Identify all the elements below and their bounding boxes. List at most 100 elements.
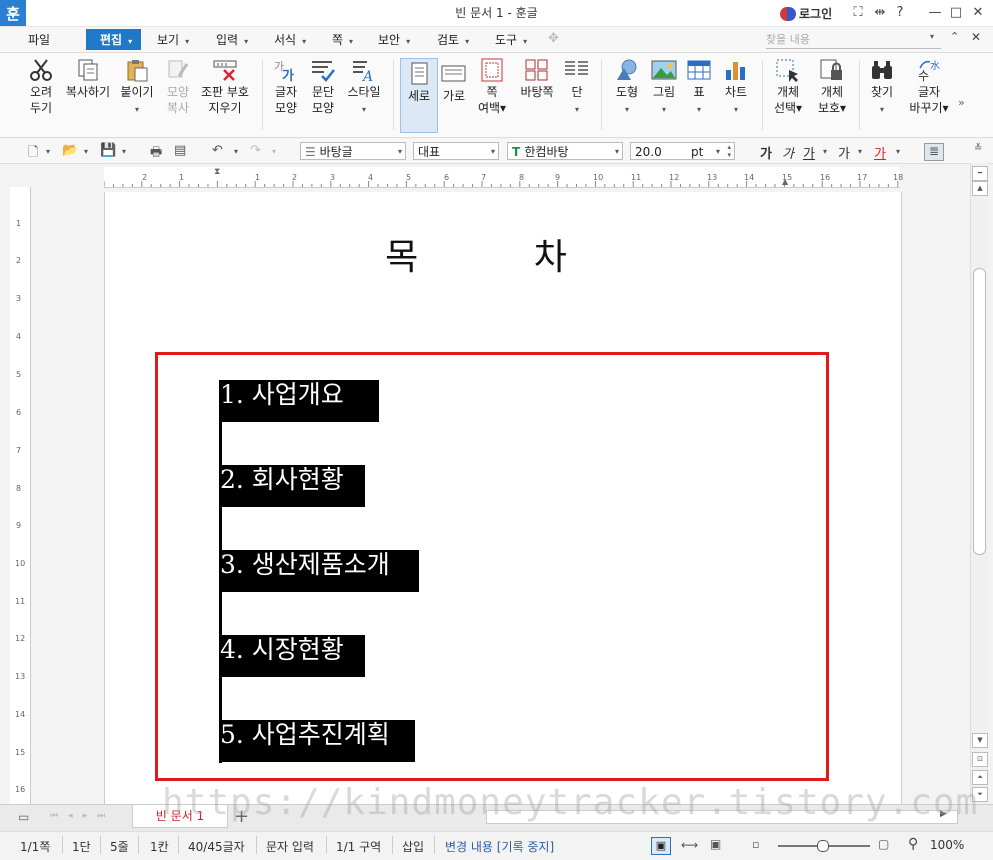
collapse-ribbon-icon[interactable]: ⌃ [950, 30, 959, 43]
menu-page[interactable]: 쪽 ▾ [332, 31, 353, 48]
shape-button[interactable]: 도형 ▾ [610, 58, 644, 118]
landscape-button[interactable]: 가로 [438, 62, 470, 104]
chevron-down-icon[interactable]: ▾ [272, 147, 276, 156]
menu-view[interactable]: 보기 ▾ [157, 31, 189, 48]
tab-list-icon[interactable]: ▭ [18, 810, 29, 824]
horizontal-ruler[interactable]: 2 1 1 2 3 4 5 6 7 8 9 10 11 12 13 14 15 … [104, 167, 903, 188]
picture-button[interactable]: 그림 ▾ [648, 58, 680, 118]
paste-button[interactable]: 붙이기 ▾ [116, 58, 158, 118]
toc-item-1[interactable]: 1. 사업개요 [219, 380, 379, 422]
puzzle-icon[interactable]: ✥ [548, 31, 559, 46]
chevron-down-icon[interactable]: ▾ [234, 147, 238, 156]
open-folder-icon[interactable]: 📂 [62, 143, 78, 158]
magnifier-icon[interactable]: ⚲ [908, 836, 918, 852]
fullscreen-icon[interactable]: ⛶ [848, 4, 868, 22]
view-fit-width-icon[interactable]: ⟷ [681, 838, 698, 852]
underline-icon[interactable]: 가 [803, 143, 815, 162]
close-doc-icon[interactable]: ✕ [971, 30, 981, 44]
right-margin-marker-icon[interactable]: ▲ [782, 177, 788, 186]
status-insert[interactable]: 삽입 [402, 838, 424, 855]
copy-button[interactable]: 복사하기 [62, 58, 114, 100]
search-input[interactable]: 찾을 내용 [766, 31, 941, 49]
save-icon[interactable]: 💾 [100, 143, 116, 158]
style-button[interactable]: A 스타일 ▾ [343, 58, 385, 118]
menu-review[interactable]: 검토 ▾ [437, 31, 469, 48]
chevron-down-icon[interactable]: ▾ [84, 147, 88, 156]
login-button[interactable]: 로그인 [780, 5, 832, 22]
chevron-down-icon[interactable]: ▾ [858, 147, 862, 156]
font-color-icon[interactable]: 가 [874, 143, 886, 162]
close-button[interactable]: ✕ [968, 4, 988, 22]
view-normal-icon[interactable]: ▣ [651, 837, 671, 855]
para-shape-button[interactable]: 문단 모양 [305, 58, 341, 116]
redo-icon[interactable]: ↷ [250, 143, 261, 158]
chevron-down-icon[interactable]: ▾ [122, 147, 126, 156]
chevron-down-icon[interactable]: ▾ [46, 147, 50, 156]
font-size-stepper[interactable]: 20.0 pt ▾ ▴ ▾ [630, 142, 735, 160]
help-icon[interactable]: ? [890, 4, 910, 22]
preview-icon[interactable]: ▤ [174, 143, 186, 158]
menu-file[interactable]: 파일 [28, 31, 50, 48]
object-protect-button[interactable]: 개체 보호▾ [812, 58, 852, 116]
scroll-down-button[interactable]: ▼ [972, 733, 988, 748]
cut-button[interactable]: 오려 두기 [22, 58, 60, 116]
ruler-corner[interactable] [10, 167, 30, 187]
char-shape-button[interactable]: 가가 글자 모양 [268, 58, 304, 116]
clear-marks-button[interactable]: 조판 부호 지우기 [198, 58, 252, 116]
menu-format[interactable]: 서식 ▾ [274, 31, 306, 48]
tab-nav-icon[interactable]: ⏮◂▸⏭ [50, 811, 115, 821]
undo-icon[interactable]: ↶ [212, 143, 223, 158]
scroll-up-button[interactable]: ▲ [972, 181, 988, 196]
zoom-level[interactable]: 100% [930, 838, 964, 852]
indent-marker-icon[interactable]: ⧗ [214, 167, 220, 177]
status-mode[interactable]: 문자 입력 [266, 838, 314, 855]
toc-item-5[interactable]: 5. 사업추진계획 [219, 720, 415, 762]
minimize-button[interactable]: — [925, 4, 945, 22]
bold-icon[interactable]: 가 [760, 143, 772, 162]
replace-button[interactable]: 수水 글자 바꾸기▾ [906, 58, 952, 116]
master-page-button[interactable]: 바탕쪽 [516, 58, 558, 100]
columns-button[interactable]: 단 ▾ [562, 58, 592, 118]
toc-item-4[interactable]: 4. 시장현황 [219, 635, 365, 677]
status-track-changes[interactable]: 변경 내용 [기록 중지] [445, 838, 554, 855]
object-select-button[interactable]: 개체 선택▾ [768, 58, 808, 116]
search-dropdown-icon[interactable]: ▾ [930, 32, 934, 41]
chart-button[interactable]: 차트 ▾ [720, 58, 752, 118]
align-justify-icon[interactable]: ≣ [924, 143, 944, 161]
scroll-thumb[interactable] [973, 268, 986, 555]
status-page[interactable]: 1/1쪽 [20, 838, 50, 855]
menu-edit[interactable]: 편집 ▾ [100, 31, 132, 48]
chevron-down-icon[interactable]: ▾ [896, 147, 900, 156]
menu-security[interactable]: 보안 ▾ [378, 31, 410, 48]
prev-page-icon[interactable]: ⊡ [972, 752, 988, 767]
find-button[interactable]: 찾기 ▾ [864, 58, 900, 118]
split-view-icon[interactable]: ⇹ [870, 4, 890, 22]
toc-item-2[interactable]: 2. 회사현황 [219, 465, 365, 507]
table-button[interactable]: 표 ▾ [684, 58, 714, 118]
menu-insert[interactable]: 입력 ▾ [216, 31, 248, 48]
ribbon-more-icon[interactable]: » [958, 96, 965, 109]
view-full-page-icon[interactable]: ▣ [710, 837, 721, 851]
format-copy-button[interactable]: 모양 복사 [160, 58, 196, 116]
style-select[interactable]: ☰ 바탕글 ▾ [300, 142, 406, 160]
font-select[interactable]: T 한컴바탕 ▾ [507, 142, 623, 160]
font-lang-select[interactable]: 대표 ▾ [413, 142, 499, 160]
new-doc-icon[interactable]: 🗋 [28, 143, 38, 165]
page-margin-button[interactable]: 쪽 여백▾ [474, 58, 510, 116]
maximize-button[interactable]: □ [946, 4, 966, 22]
zoom-in-icon[interactable]: ▢ [878, 837, 889, 851]
print-icon[interactable]: 🖶 [150, 143, 162, 165]
menu-tools[interactable]: 도구 ▾ [495, 31, 527, 48]
strikethrough-icon[interactable]: 가 [838, 143, 850, 162]
zoom-slider-handle[interactable] [817, 840, 829, 852]
zoom-out-icon[interactable]: ▫ [752, 838, 759, 851]
italic-icon[interactable]: 가 [782, 143, 794, 162]
scroll-top-icon[interactable]: ━ [972, 166, 988, 181]
chevron-down-icon[interactable]: ▾ [823, 147, 827, 156]
document-title[interactable]: 목 차 [104, 228, 900, 280]
toolbar-more-icon[interactable]: ≚ [974, 143, 982, 154]
portrait-button[interactable]: 세로 [400, 62, 438, 104]
stepper-icon[interactable]: ▴ ▾ [727, 143, 731, 159]
vertical-ruler[interactable]: 1 2 3 4 5 6 7 8 9 10 11 12 13 14 15 16 [10, 187, 31, 804]
toc-item-3[interactable]: 3. 생산제품소개 [219, 550, 419, 592]
